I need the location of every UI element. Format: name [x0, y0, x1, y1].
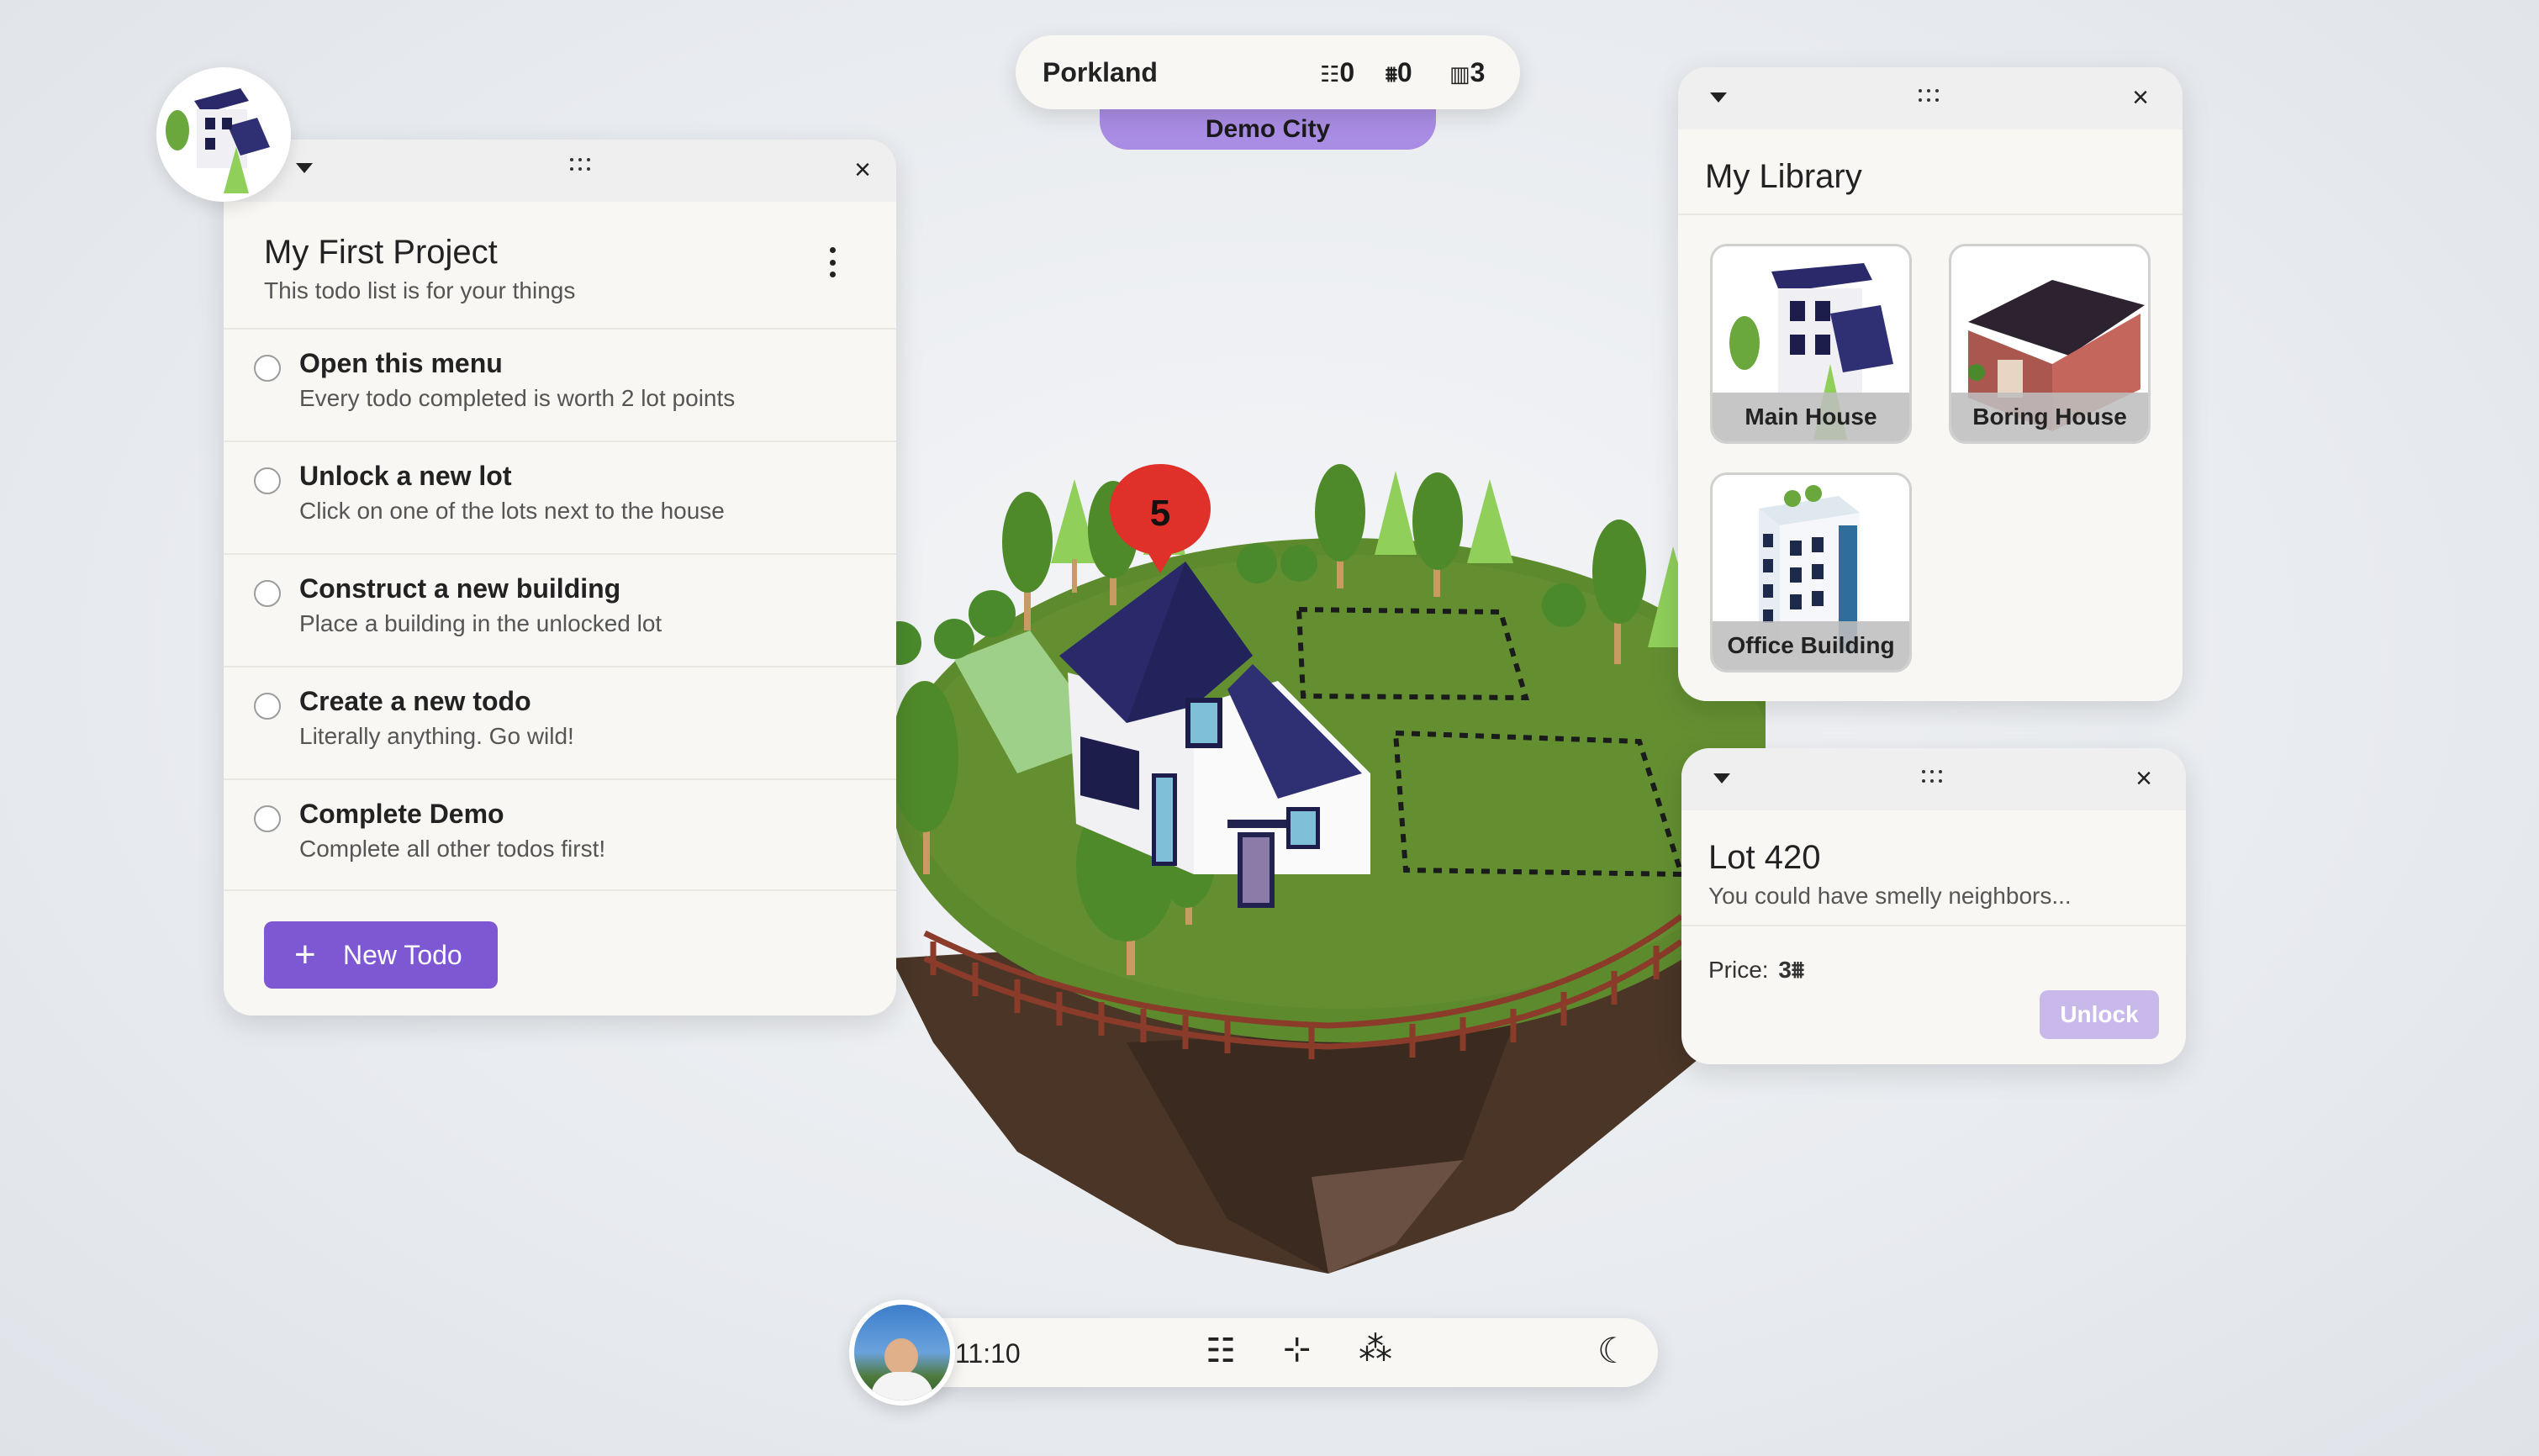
new-todo-button[interactable]: + New Todo	[264, 921, 498, 989]
building-stat: ▥3	[1449, 57, 1485, 88]
todo-checkbox[interactable]	[254, 467, 281, 494]
todo-title: Open this menu	[299, 348, 503, 378]
project-title: My First Project	[264, 234, 498, 271]
todo-checkbox[interactable]	[254, 693, 281, 720]
plus-icon: +	[294, 934, 316, 975]
building-count: 3	[1470, 57, 1486, 87]
close-icon[interactable]: ×	[2127, 762, 2161, 795]
project-panel-header[interactable]: ×	[224, 140, 896, 202]
city-name: Porkland	[1043, 57, 1158, 87]
user-avatar[interactable]	[849, 1300, 955, 1406]
drag-handle-icon[interactable]	[1922, 770, 1942, 783]
todo-description: Place a building in the unlocked lot	[299, 610, 662, 636]
todo-title: Create a new todo	[299, 686, 531, 716]
todo-title: Unlock a new lot	[299, 461, 512, 491]
chevron-down-icon[interactable]	[1710, 92, 1727, 103]
buildings-icon[interactable]: ⁂	[1359, 1330, 1392, 1369]
chevron-down-icon[interactable]	[296, 163, 313, 173]
todo-title: Complete Demo	[299, 799, 504, 829]
todo-item[interactable]: Construct a new building Place a buildin…	[224, 553, 896, 666]
unlock-button[interactable]: Unlock	[2040, 990, 2159, 1039]
project-subtitle: This todo list is for your things	[264, 277, 576, 303]
library-item-label: Boring House	[1951, 393, 2148, 441]
library-item-label: Office Building	[1713, 621, 1909, 670]
city-bar: Porkland ☷0 ⩩0 ▥3	[1016, 35, 1520, 109]
todo-description: Complete all other todos first!	[299, 836, 606, 862]
bottom-dock: 11:10 ☷ ⊹ ⁂ ☾	[908, 1318, 1658, 1387]
fence-icon: ⩩	[1386, 61, 1397, 87]
library-item-label: Main House	[1713, 393, 1909, 441]
building-icon: ▥	[1449, 61, 1470, 87]
unlock-label: Unlock	[2060, 1001, 2139, 1027]
lot-title: Lot 420	[1708, 839, 1821, 876]
todo-description: Literally anything. Go wild!	[299, 723, 574, 749]
house-thumbnail-icon	[166, 88, 270, 193]
divider	[1681, 925, 2186, 926]
points-stat: ⩩0	[1386, 57, 1412, 88]
lot-price: Price: 3⩩	[1708, 957, 1804, 984]
lot-subtitle: You could have smelly neighbors...	[1708, 883, 2072, 909]
chevron-down-icon[interactable]	[1713, 773, 1730, 783]
library-panel-header[interactable]: ×	[1678, 67, 2183, 129]
lot-panel: × Lot 420 You could have smelly neighbor…	[1681, 748, 2186, 1064]
project-panel: × My First Project This todo list is for…	[224, 140, 896, 1016]
clock-time: 11:10	[955, 1338, 1021, 1369]
library-item-office-building[interactable]: Office Building	[1710, 472, 1912, 673]
drag-handle-icon[interactable]	[570, 158, 590, 171]
city-label: Demo City	[1205, 115, 1331, 143]
fence-icon: ⩩	[1791, 957, 1804, 983]
points-count: 0	[1396, 57, 1412, 87]
todo-title: Construct a new building	[299, 573, 621, 604]
checklist-icon: ☷	[1320, 61, 1340, 87]
todo-item[interactable]: Create a new todo Literally anything. Go…	[224, 666, 896, 778]
divider	[1678, 214, 2183, 215]
library-panel: × My Library Main House Boring House Off…	[1678, 67, 2183, 701]
drag-handle-icon[interactable]	[1919, 89, 1939, 103]
todo-checkbox[interactable]	[254, 580, 281, 607]
todo-item[interactable]: Open this menu Every todo completed is w…	[224, 328, 896, 440]
library-title: My Library	[1705, 158, 1862, 195]
price-label: Price:	[1708, 957, 1769, 983]
project-avatar[interactable]	[156, 67, 291, 202]
todo-checkbox[interactable]	[254, 805, 281, 832]
island-scene: 5	[878, 464, 1766, 1274]
new-todo-label: New Todo	[343, 940, 462, 970]
todo-description: Click on one of the lots next to the hou…	[299, 498, 725, 524]
todo-list-icon[interactable]: ☷	[1206, 1332, 1236, 1370]
todo-item[interactable]: Complete Demo Complete all other todos f…	[224, 778, 896, 891]
dark-mode-icon[interactable]: ☾	[1597, 1330, 1629, 1371]
todo-stat: ☷0	[1320, 57, 1354, 88]
price-value: 3	[1778, 957, 1792, 983]
lot-panel-header[interactable]: ×	[1681, 748, 2186, 810]
lots-icon[interactable]: ⊹	[1283, 1330, 1312, 1369]
todo-checkbox[interactable]	[254, 355, 281, 382]
library-item-boring-house[interactable]: Boring House	[1949, 244, 2151, 444]
todo-item[interactable]: Unlock a new lot Click on one of the lot…	[224, 440, 896, 553]
close-icon[interactable]: ×	[2124, 81, 2157, 114]
marker-count: 5	[1150, 493, 1170, 534]
todo-count: 0	[1339, 57, 1355, 87]
todo-description: Every todo completed is worth 2 lot poin…	[299, 385, 736, 411]
more-options-icon[interactable]	[827, 247, 837, 277]
close-icon[interactable]: ×	[846, 153, 879, 187]
library-item-main-house[interactable]: Main House	[1710, 244, 1912, 444]
